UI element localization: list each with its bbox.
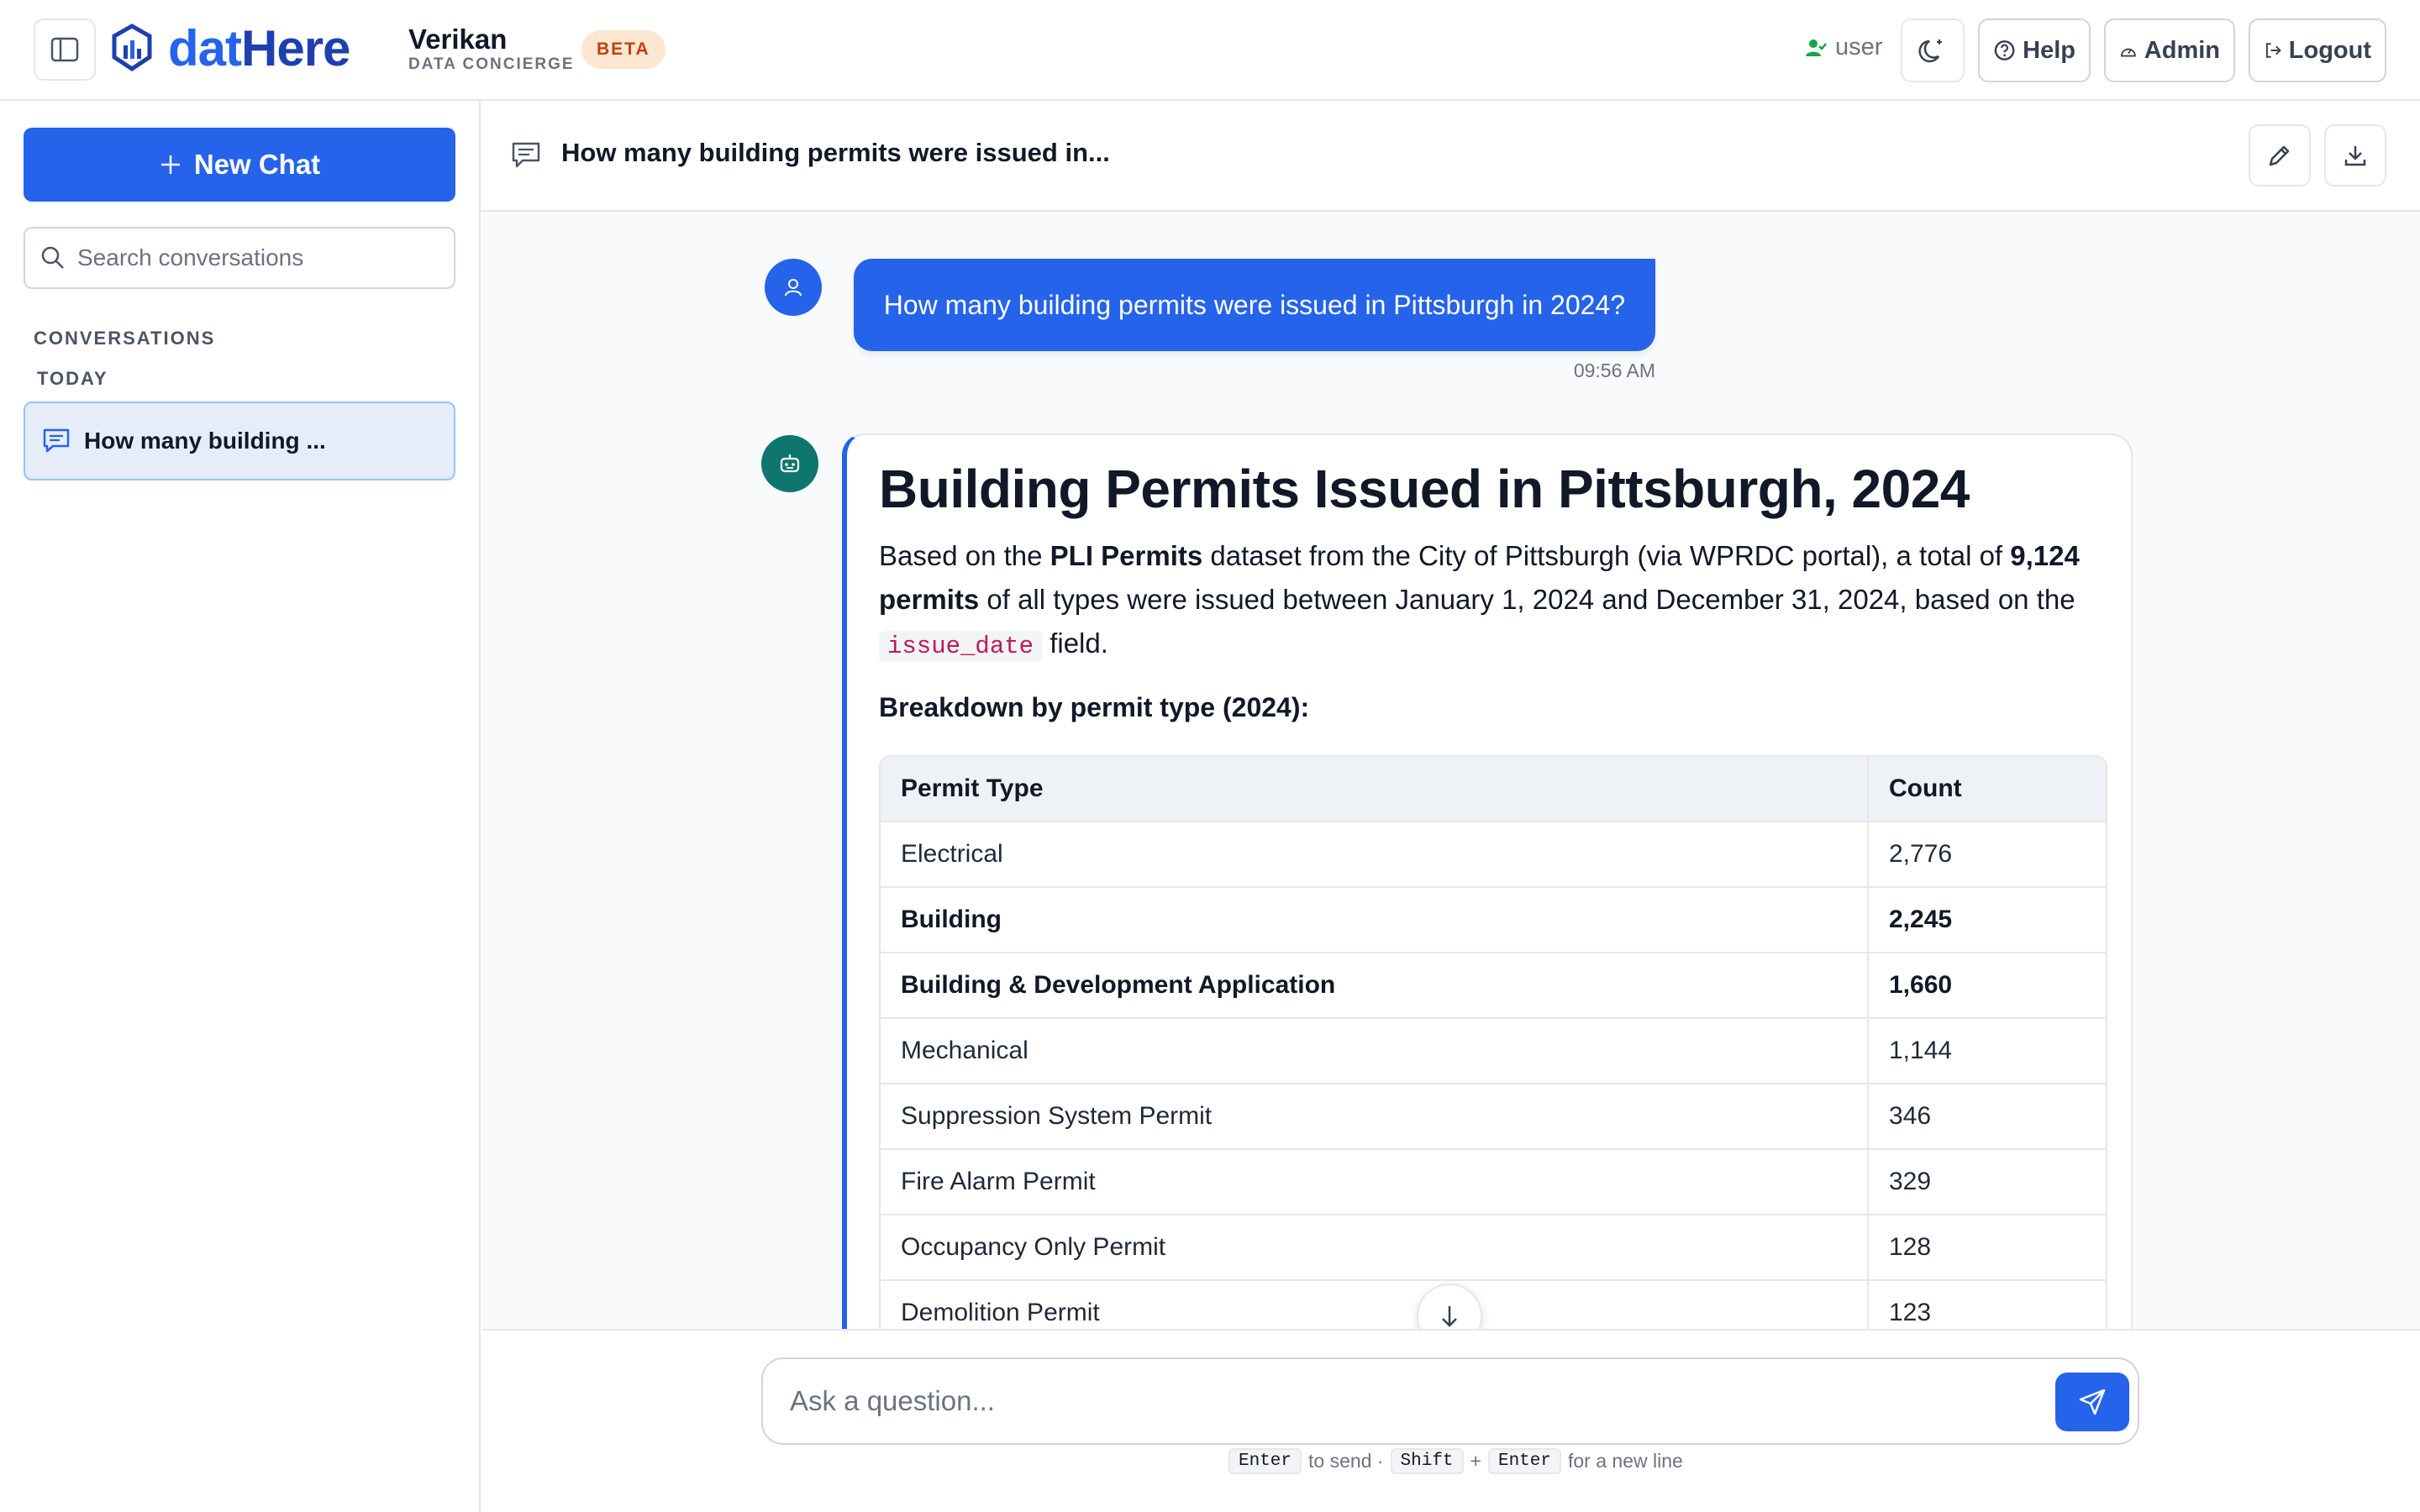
table-row: Demolition Permit 123: [881, 1281, 2106, 1329]
gauge-icon: [2120, 48, 2136, 57]
moon-icon: [1918, 39, 1942, 63]
assistant-message: Building Permits Issued in Pittsburgh, 2…: [842, 433, 2133, 1329]
table-cell: 1,144: [1869, 1019, 2106, 1084]
table-cell: 123: [1869, 1281, 2106, 1329]
table-cell: 1,660: [1869, 953, 2106, 1019]
table-cell: 128: [1869, 1215, 2106, 1281]
sidebar-panel-icon: [50, 37, 79, 62]
user-label: user: [1835, 34, 1883, 60]
today-group-label: TODAY: [37, 368, 108, 389]
keyboard-hint: Enter to send · Shift + Enter for a new …: [1228, 1448, 1683, 1474]
sidebar: New Chat CONVERSATIONS TODAY How many bu…: [0, 101, 481, 1512]
breakdown-heading: Breakdown by permit type (2024):: [879, 692, 1310, 722]
table-cell: 2,245: [1869, 888, 2106, 953]
table-cell: Building & Development Application: [881, 953, 1869, 1019]
message-timestamp: 09:56 AM: [1573, 360, 1655, 381]
table-cell: Suppression System Permit: [881, 1084, 1869, 1150]
field-name-code: issue_date: [879, 631, 1043, 662]
toggle-sidebar-button[interactable]: [34, 18, 96, 81]
enter-key: Enter: [1487, 1448, 1561, 1474]
search-input[interactable]: [77, 244, 430, 271]
table-cell: 2,776: [1869, 822, 2106, 888]
rename-conversation-button[interactable]: [2249, 124, 2311, 186]
search-icon: [41, 246, 64, 269]
table-cell: Mechanical: [881, 1019, 1869, 1084]
download-conversation-button[interactable]: [2324, 124, 2386, 186]
logout-icon: [2265, 43, 2281, 58]
admin-label: Admin: [2144, 36, 2220, 64]
table-cell: Building: [881, 888, 1869, 953]
enter-key: Enter: [1228, 1448, 1302, 1474]
org-subtitle: DATA CONCIERGE: [408, 55, 575, 73]
table-header-row: Permit Type Count: [881, 757, 2106, 822]
send-button[interactable]: [2055, 1373, 2129, 1431]
table-row: Fire Alarm Permit 329: [881, 1150, 2106, 1215]
answer-intro: Based on the PLI Permits dataset from th…: [879, 540, 2080, 662]
assistant-avatar: [761, 435, 818, 492]
logout-button[interactable]: Logout: [2249, 18, 2386, 82]
search-conversations: [24, 227, 455, 289]
admin-button[interactable]: Admin: [2104, 18, 2235, 82]
logout-label: Logout: [2288, 36, 2371, 64]
dathere-wordmark: datHere: [168, 20, 350, 76]
message-composer: Enter to send · Shift + Enter for a new …: [482, 1329, 2420, 1512]
table-cell: Electrical: [881, 822, 1869, 888]
table-cell: Fire Alarm Permit: [881, 1150, 1869, 1215]
help-button[interactable]: Help: [1978, 18, 2091, 82]
user-check-icon: [1806, 39, 1827, 56]
pencil-icon: [2269, 145, 2290, 166]
dataset-name: PLI Permits: [1050, 540, 1203, 571]
table-cell: Occupancy Only Permit: [881, 1215, 1869, 1281]
question-input[interactable]: [790, 1385, 2000, 1417]
column-header-permit-type: Permit Type: [881, 757, 1869, 822]
chat-icon: [512, 142, 540, 168]
answer-heading: Building Permits Issued in Pittsburgh, 2…: [879, 459, 1970, 519]
table-row: Suppression System Permit 346: [881, 1084, 2106, 1150]
theme-toggle-button[interactable]: [1901, 18, 1965, 82]
org-name: Verikan: [408, 24, 508, 55]
chat-icon: [43, 428, 70, 453]
org-identity: Verikan DATA CONCIERGE: [408, 24, 575, 74]
table-cell: 329: [1869, 1150, 2106, 1215]
conversation-item[interactable]: How many building ...: [24, 402, 455, 480]
user-icon: [785, 279, 802, 297]
beta-badge: BETA: [581, 30, 666, 69]
chat-messages[interactable]: How many building permits were issued in…: [482, 212, 2420, 1329]
new-chat-button[interactable]: New Chat: [24, 128, 455, 202]
table-row: Occupancy Only Permit 128: [881, 1215, 2106, 1281]
table-row: Building & Development Application 1,660: [881, 953, 2106, 1019]
permit-breakdown-table: Permit Type Count Electrical 2,776 Buildi…: [879, 755, 2107, 1329]
top-bar: datHere Verikan DATA CONCIERGE BETA user…: [0, 0, 2420, 101]
table-row: Electrical 2,776: [881, 822, 2106, 888]
download-icon: [2344, 146, 2366, 166]
conversations-section-label: CONVERSATIONS: [34, 328, 216, 349]
current-user: user: [1805, 34, 1882, 61]
column-header-count: Count: [1869, 757, 2106, 822]
conversation-header: How many building permits were issued in…: [481, 101, 2420, 212]
user-avatar: [765, 259, 822, 316]
table-row: Building 2,245: [881, 888, 2106, 953]
arrow-down-icon: [1442, 1306, 1457, 1327]
dathere-logo-icon: [112, 24, 152, 72]
help-label: Help: [2023, 36, 2075, 64]
table-cell: Demolition Permit: [881, 1281, 1869, 1329]
user-message: How many building permits were issued in…: [853, 259, 1655, 351]
new-chat-label: New Chat: [193, 149, 321, 180]
bot-icon: [780, 454, 800, 473]
shift-key: Shift: [1390, 1448, 1464, 1474]
send-icon: [2079, 1389, 2106, 1415]
table-cell: 346: [1869, 1084, 2106, 1150]
question-box: [761, 1357, 2139, 1445]
table-row: Mechanical 1,144: [881, 1019, 2106, 1084]
help-circle-icon: [1994, 40, 2015, 60]
conversation-title: How many building ...: [84, 428, 326, 454]
plus-icon: [160, 155, 180, 174]
conversation-title: How many building permits were issued in…: [561, 138, 1110, 167]
